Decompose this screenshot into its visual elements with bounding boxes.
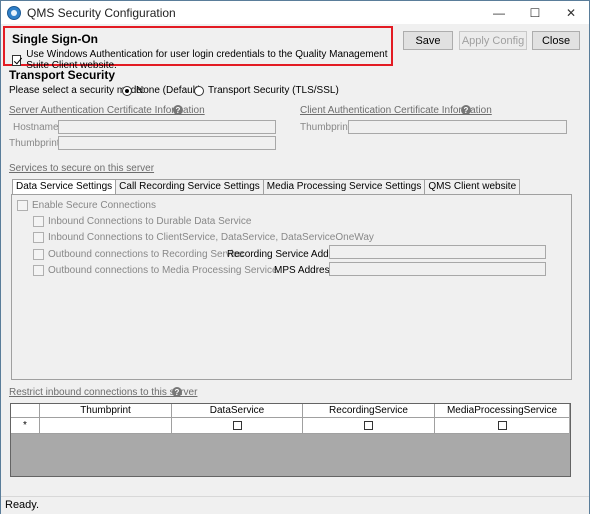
outbound-recording-checkbox[interactable] [33,249,44,260]
dataservice-checkbox[interactable] [232,421,242,430]
main-window: QMS Security Configuration — ☐ ✕ Single … [0,0,590,514]
radio-tls[interactable] [194,85,204,96]
apply-config-button[interactable]: Apply Config [459,31,527,50]
dataservice-cell[interactable] [172,418,303,434]
data-service-panel: Enable Secure Connections Inbound Connec… [11,194,572,380]
client-thumbprint-input[interactable] [348,120,567,134]
status-bar: Ready. [1,496,589,514]
grid-row-header-corner [11,404,40,418]
inbound-durable-checkbox[interactable] [33,216,44,227]
mediaprocessing-cell[interactable] [435,418,569,434]
tab-media-processing[interactable]: Media Processing Service Settings [262,179,426,194]
minimize-icon[interactable]: — [481,1,517,24]
sso-title: Single Sign-On [12,32,98,46]
restrict-title: Restrict inbound connections to this ser… [9,387,198,398]
server-thumbprint-label: Thumbprint: [9,138,63,149]
inbound-client-checkbox[interactable] [33,232,44,243]
enable-secure-checkbox[interactable] [17,200,28,211]
mps-address-label: MPS Address: [274,265,338,276]
sso-section: Single Sign-On Use Windows Authenticatio… [3,26,393,71]
outbound-mps-checkbox[interactable] [33,265,44,276]
tab-data-service[interactable]: Data Service Settings [12,179,117,195]
table-row[interactable]: * [11,418,569,434]
column-thumbprint[interactable]: Thumbprint [40,404,172,418]
outbound-recording-label[interactable]: Outbound connections to Recording Servic… [48,249,244,260]
close-button[interactable]: Close [532,31,580,50]
title-bar[interactable]: QMS Security Configuration — ☐ ✕ [1,1,589,24]
new-row-marker: * [11,418,40,434]
recordingservice-cell[interactable] [303,418,435,434]
tab-call-recording[interactable]: Call Recording Service Settings [115,179,264,194]
thumbprint-cell[interactable] [40,418,172,434]
app-icon [7,5,21,20]
close-icon[interactable]: ✕ [553,1,589,24]
radio-none[interactable] [122,85,132,96]
column-recordingservice[interactable]: RecordingService [303,404,435,418]
help-icon[interactable]: ? [461,105,471,115]
mediaprocessing-checkbox[interactable] [497,421,507,430]
window-title: QMS Security Configuration [27,5,176,20]
column-dataservice[interactable]: DataService [172,404,303,418]
help-icon[interactable]: ? [172,387,182,397]
help-icon[interactable]: ? [173,105,183,115]
service-tabs: Data Service Settings Call Recording Ser… [12,179,521,195]
transport-security-title: Transport Security [9,68,116,82]
hostname-input[interactable] [58,120,276,134]
services-title: Services to secure on this server [9,163,155,174]
radio-tls-label[interactable]: Transport Security (TLS/SSL) [208,85,339,96]
hostname-label: Hostname: [13,122,62,133]
inbound-client-label[interactable]: Inbound Connections to ClientService, Da… [48,232,374,243]
enable-secure-label[interactable]: Enable Secure Connections [32,200,156,211]
recording-address-input[interactable] [329,245,546,259]
restrict-grid: Thumbprint DataService RecordingService … [10,403,571,477]
maximize-icon[interactable]: ☐ [517,1,553,24]
save-button[interactable]: Save [403,31,453,50]
server-thumbprint-input[interactable] [58,136,276,150]
mps-address-input[interactable] [329,262,546,276]
client-thumbprint-label: Thumbprint: [300,122,354,133]
tab-qms-client[interactable]: QMS Client website [424,179,521,194]
outbound-mps-label[interactable]: Outbound connections to Media Processing… [48,265,278,276]
grid-header: Thumbprint DataService RecordingService … [11,404,569,418]
radio-none-label[interactable]: None (Default) [136,85,201,96]
inbound-durable-label[interactable]: Inbound Connections to Durable Data Serv… [48,216,251,227]
column-mediaprocessingservice[interactable]: MediaProcessingService [435,404,569,418]
sso-windows-auth-checkbox[interactable] [12,54,22,66]
recordingservice-checkbox[interactable] [364,421,373,430]
